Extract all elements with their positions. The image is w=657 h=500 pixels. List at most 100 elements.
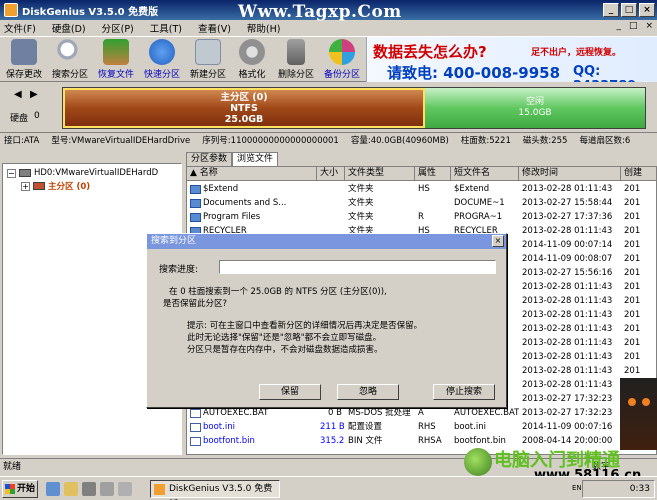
minimize-button[interactable]: _ bbox=[603, 3, 619, 17]
col-size[interactable]: 大小 bbox=[317, 167, 345, 181]
mdi-minimize-button[interactable]: _ bbox=[616, 21, 621, 31]
cell-modified: 2013-02-28 01:11:43 bbox=[522, 310, 613, 320]
tree-node-partition[interactable]: + 主分区 (0) bbox=[21, 180, 90, 192]
cell-created: 201 bbox=[624, 226, 641, 236]
table-row[interactable]: $Extend 文件夹 HS $Extend 2013-02-28 01:11:43 20… bbox=[187, 182, 656, 196]
toolbar: 保存更改 搜索分区 恢复文件 快速分区 新建分区 格式化 删除分区 备份分区 数… bbox=[0, 36, 657, 82]
tab-browse-files[interactable]: 浏览文件 bbox=[232, 152, 279, 166]
col-attr[interactable]: 属性 bbox=[415, 167, 451, 181]
save-icon bbox=[11, 39, 37, 65]
menu-partition[interactable]: 分区(P) bbox=[102, 21, 134, 35]
table-row[interactable]: AUTOEXEC.BAT 0 B MS-DOS 批处理 A AUTOEXEC.BAT 20… bbox=[187, 406, 656, 420]
menu-disk[interactable]: 硬盘(D) bbox=[52, 21, 86, 35]
dialog-tip-line1: 提示: 可在主窗口中查看新分区的详细情况后再决定是否保留。 bbox=[187, 321, 423, 331]
table-row[interactable]: Documents and S... 文件夹 DOCUME~1 2013-02-27 … bbox=[187, 196, 656, 210]
file-icon bbox=[190, 436, 201, 446]
taskbar-app-label: DiskGenius V3.5.0 免费版 bbox=[169, 484, 273, 494]
format-button[interactable]: 格式化 bbox=[230, 39, 274, 80]
table-row[interactable]: Program Files 文件夹 R PROGRA~1 2013-02-27 17:3… bbox=[187, 210, 656, 224]
cell-modified: 2013-02-27 17:32:23 bbox=[522, 394, 613, 404]
start-button[interactable]: 开始 bbox=[2, 480, 38, 498]
new-partition-label: 新建分区 bbox=[189, 70, 226, 80]
cell-created: 201 bbox=[624, 324, 641, 334]
main-partition-block[interactable]: 主分区 (0) NTFS 25.0GB bbox=[63, 88, 425, 128]
menu-view[interactable]: 查看(V) bbox=[198, 21, 231, 35]
mdi-close-button[interactable]: × bbox=[645, 21, 653, 31]
deco-eye-right bbox=[642, 398, 650, 406]
cell-attr: A bbox=[418, 408, 424, 418]
cell-short-name: PROGRA~1 bbox=[454, 212, 503, 222]
prev-disk-icon[interactable]: ◀ bbox=[14, 89, 22, 100]
disk-quicklaunch-icon[interactable] bbox=[82, 482, 96, 496]
cell-modified: 2013-02-28 01:11:43 bbox=[522, 282, 613, 292]
col-modified[interactable]: 修改时间 bbox=[519, 167, 621, 181]
status-bar: 就绪 数字 bbox=[0, 458, 657, 474]
quick-partition-button[interactable]: 快速分区 bbox=[140, 39, 184, 80]
save-changes-button[interactable]: 保存更改 bbox=[2, 39, 46, 80]
close-button[interactable]: × bbox=[639, 3, 655, 17]
new-partition-button[interactable]: 新建分区 bbox=[186, 39, 230, 80]
language-indicator[interactable]: EN bbox=[572, 484, 582, 492]
cell-modified: 2013-02-28 01:11:43 bbox=[522, 226, 613, 236]
cell-modified: 2013-02-27 15:56:16 bbox=[522, 268, 613, 278]
menu-file[interactable]: 文件(F) bbox=[4, 21, 36, 35]
status-text: 就绪 bbox=[3, 462, 22, 472]
mdi-restore-button[interactable]: □ bbox=[629, 21, 638, 31]
cell-attr: R bbox=[418, 212, 424, 222]
halloween-decoration bbox=[620, 378, 657, 450]
cell-created: 201 bbox=[624, 212, 641, 222]
tree-node-disk[interactable]: − HD0:VMwareVirtualIDEHardD bbox=[7, 168, 158, 178]
cell-modified: 2014-11-09 00:07:16 bbox=[522, 422, 613, 432]
cell-size bbox=[317, 210, 345, 224]
col-created[interactable]: 创建 bbox=[621, 167, 656, 181]
main-partition-size: 25.0GB bbox=[224, 113, 264, 125]
show-desktop-icon[interactable] bbox=[46, 482, 60, 496]
col-type[interactable]: 文件类型 bbox=[345, 167, 415, 181]
cell-size: 0 B bbox=[328, 408, 342, 418]
tree-disk-label: HD0:VMwareVirtualIDEHardD bbox=[34, 168, 159, 178]
numlock-indicator: 数字 bbox=[592, 462, 611, 472]
file-list-header: ▲ 名称 大小 文件类型 属性 短文件名 修改时间 创建 bbox=[187, 167, 656, 181]
table-row[interactable]: boot.ini 211 B 配置设置 RHS boot.ini 2014-11-09 0… bbox=[187, 420, 656, 434]
save-changes-label: 保存更改 bbox=[5, 70, 42, 80]
next-disk-icon[interactable]: ▶ bbox=[30, 89, 38, 100]
ignore-button[interactable]: 忽略 bbox=[337, 384, 399, 400]
format-label: 格式化 bbox=[238, 70, 266, 80]
clock[interactable]: 0:33 bbox=[630, 484, 650, 494]
disk-icon bbox=[19, 169, 31, 177]
table-row[interactable]: bootfont.bin315.2KBBIN 文件RHSAbootfont.bi… bbox=[187, 434, 656, 448]
ad-banner[interactable]: 数据丢失怎么办? 足不出户，远程恢复。 请致电: 400-008-9958 QQ… bbox=[366, 37, 657, 82]
main-partition-fs: NTFS bbox=[230, 102, 258, 114]
col-short-name[interactable]: 短文件名 bbox=[451, 167, 519, 181]
system-tray: 0:33 bbox=[582, 480, 655, 498]
cell-size bbox=[317, 196, 345, 210]
recover-files-button[interactable]: 恢复文件 bbox=[94, 39, 138, 80]
cell-type: 文件夹 bbox=[348, 198, 374, 208]
dialog-title-bar: 搜索到分区 × bbox=[147, 234, 506, 249]
expand-icon[interactable]: + bbox=[21, 181, 30, 191]
taskbar-diskgenius-button[interactable]: DiskGenius V3.5.0 免费版 bbox=[150, 480, 280, 498]
recover-icon bbox=[103, 39, 129, 65]
cell-name: AUTOEXEC.BAT bbox=[187, 406, 317, 420]
keep-button[interactable]: 保留 bbox=[259, 384, 321, 400]
free-space-block[interactable]: 空闲 15.0GB bbox=[425, 88, 645, 128]
dialog-close-button[interactable]: × bbox=[492, 235, 504, 247]
network-icon[interactable] bbox=[118, 482, 132, 496]
delete-partition-label: 删除分区 bbox=[277, 70, 314, 80]
search-partition-button[interactable]: 搜索分区 bbox=[48, 39, 92, 80]
tab-partition-params[interactable]: 分区参数 bbox=[186, 152, 233, 166]
stop-search-button[interactable]: 停止搜索 bbox=[433, 384, 495, 400]
explorer-icon[interactable] bbox=[64, 482, 78, 496]
backup-partition-button[interactable]: 备份分区 bbox=[320, 39, 364, 80]
maximize-button[interactable]: □ bbox=[621, 3, 637, 17]
cell-created: 201 bbox=[624, 296, 641, 306]
menu-help[interactable]: 帮助(H) bbox=[247, 21, 281, 35]
device-icon[interactable] bbox=[100, 482, 114, 496]
disk-info-bar: 接口:ATA 型号:VMwareVirtualIDEHardDrive 序列号:… bbox=[0, 132, 657, 146]
delete-partition-button[interactable]: 删除分区 bbox=[274, 39, 318, 80]
collapse-icon[interactable]: − bbox=[7, 168, 16, 178]
disk-bar: ◀ ▶ 硬盘 0 主分区 (0) NTFS 25.0GB 空闲 15.0GB bbox=[0, 83, 657, 131]
menu-bar: 文件(F) 硬盘(D) 分区(P) 工具(T) 查看(V) 帮助(H) _ □ … bbox=[0, 20, 657, 36]
menu-tools[interactable]: 工具(T) bbox=[150, 21, 182, 35]
col-name[interactable]: ▲ 名称 bbox=[187, 167, 317, 181]
